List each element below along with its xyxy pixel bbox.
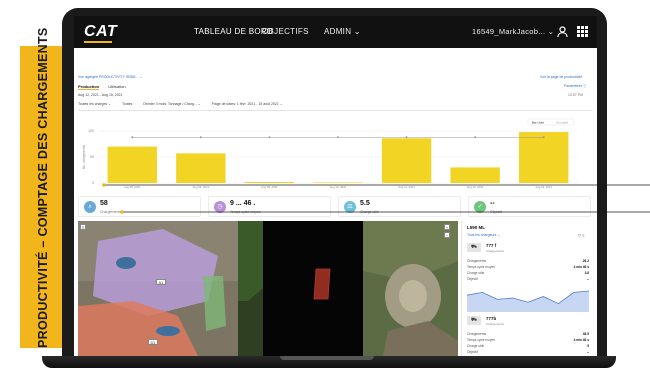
callout-lines xyxy=(102,183,650,214)
marketing-stage: PRODUCTIVITÉ – COMPTAGE DES CHARGEMENTS … xyxy=(0,0,650,378)
